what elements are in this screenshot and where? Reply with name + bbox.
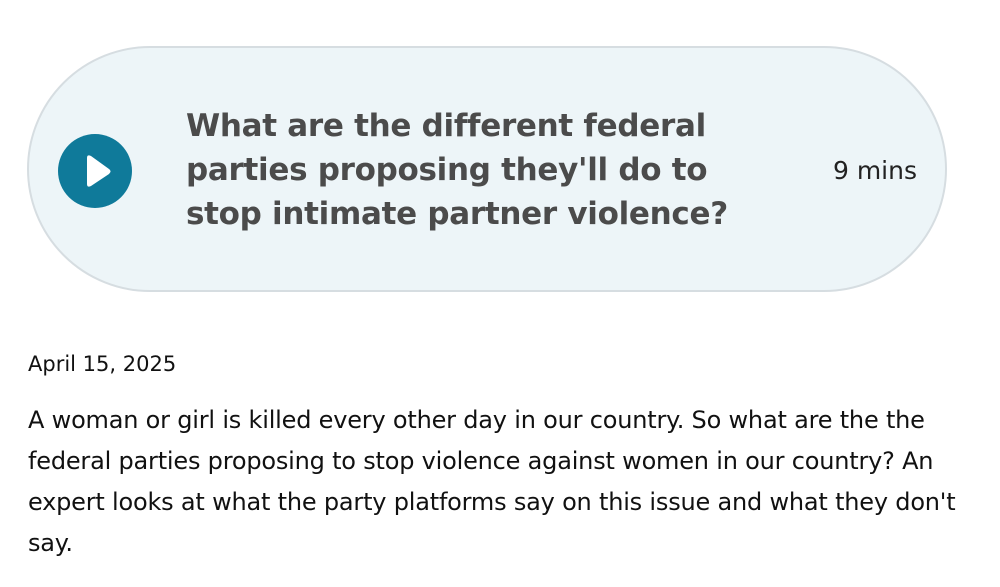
episode-title[interactable]: What are the different federal parties p…: [186, 104, 786, 236]
audio-player-card[interactable]: What are the different federal parties p…: [27, 46, 947, 292]
play-icon: [87, 155, 111, 187]
episode-description: A woman or girl is killed every other da…: [28, 406, 956, 557]
episode-date: April 15, 2025: [28, 352, 177, 376]
play-button[interactable]: [58, 134, 132, 208]
episode-duration: 9 mins: [832, 156, 917, 185]
